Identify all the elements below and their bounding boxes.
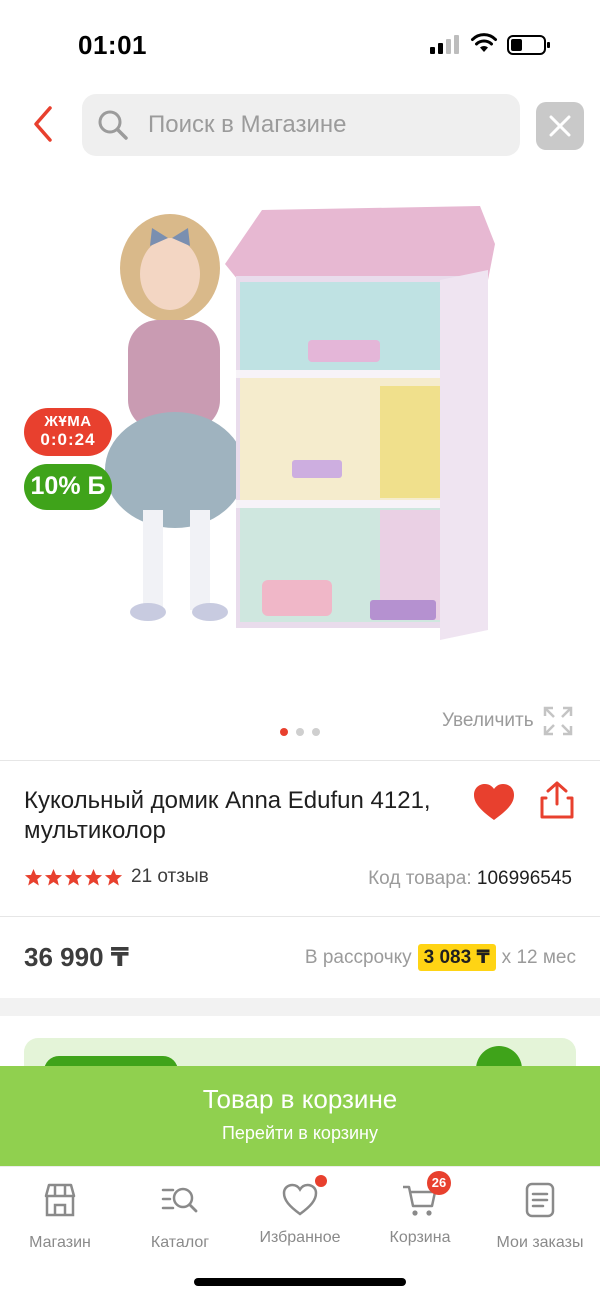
- star-icon: [24, 868, 43, 885]
- nav-label: Магазин: [29, 1234, 91, 1251]
- home-indicator: [194, 1278, 406, 1286]
- close-icon: [549, 115, 571, 137]
- nav-shop[interactable]: Магазин: [0, 1181, 120, 1252]
- cart-banner-title: Товар в корзине: [202, 1084, 398, 1114]
- star-icon: [84, 868, 103, 885]
- sku-value: 106996545: [476, 868, 572, 889]
- favorite-button[interactable]: [472, 782, 516, 822]
- share-button[interactable]: [538, 780, 576, 820]
- nav-label: Корзина: [389, 1229, 451, 1246]
- close-search-button[interactable]: [536, 102, 584, 150]
- installment-term: x 12 мес: [501, 946, 576, 968]
- gallery-dot: [296, 728, 304, 736]
- rating[interactable]: 21 отзыв: [24, 866, 209, 888]
- dollhouse: [225, 206, 495, 640]
- shop-icon: [44, 1183, 76, 1217]
- star-icon: [104, 868, 123, 885]
- installment-info[interactable]: В рассрочку 3 083 ₸ x 12 мес: [305, 944, 576, 971]
- battery-icon: [507, 35, 550, 55]
- orders-icon: [525, 1182, 555, 1218]
- heart-icon: [281, 1175, 327, 1219]
- rating-stars: [24, 868, 123, 887]
- installment-amount: 3 083 ₸: [417, 944, 496, 971]
- divider: [0, 916, 600, 917]
- gallery-pagination: [280, 728, 320, 736]
- installment-label: В рассрочку: [304, 946, 412, 968]
- share-icon: [540, 781, 574, 819]
- zoom-label: Увеличить: [442, 710, 534, 731]
- product-price: 36 990 ₸: [24, 942, 129, 972]
- back-button[interactable]: [28, 104, 60, 144]
- catalog-search-icon: [161, 1187, 198, 1213]
- nav-orders[interactable]: Мои заказы: [480, 1181, 600, 1252]
- nav-favorites[interactable]: Избранное: [240, 1175, 360, 1247]
- sku-label: Код товара:: [368, 868, 472, 889]
- nav-label: Каталог: [150, 1234, 210, 1251]
- promo-timer: 0:0:24: [40, 430, 96, 449]
- star-icon: [44, 868, 63, 885]
- gallery-dot: [312, 728, 320, 736]
- nav-catalog[interactable]: Каталог: [120, 1181, 240, 1252]
- girl-figure: [105, 214, 245, 621]
- cellular-signal-icon: [430, 34, 462, 54]
- zoom-button[interactable]: Увеличить: [442, 704, 574, 738]
- promo-timer-badge: ЖҰМА 0:0:24: [24, 408, 112, 456]
- wifi-icon: [471, 33, 497, 52]
- gallery-dot: [280, 728, 288, 736]
- status-bar: 01:01: [0, 0, 600, 88]
- nav-label: Мои заказы: [496, 1234, 584, 1251]
- cart-banner-subtitle: Перейти в корзину: [221, 1123, 379, 1143]
- search-icon: [98, 110, 128, 140]
- search-placeholder: Поиск в Магазине: [148, 111, 347, 138]
- reviews-link[interactable]: 21 отзыв: [131, 866, 209, 888]
- search-input[interactable]: Поиск в Магазине: [82, 94, 520, 156]
- bonus-badge: 10% Б: [24, 464, 112, 510]
- section-separator: [0, 998, 600, 1016]
- cart-count-badge: 26: [427, 1171, 451, 1195]
- star-icon: [64, 868, 83, 885]
- heart-icon: [474, 784, 514, 820]
- notification-dot: [315, 1175, 327, 1187]
- go-to-cart-banner[interactable]: Товар в корзине Перейти в корзину: [0, 1066, 600, 1166]
- expand-icon: [543, 706, 572, 736]
- cart-icon: 26: [401, 1171, 451, 1219]
- nav-cart[interactable]: 26 Корзина: [360, 1171, 480, 1247]
- divider: [0, 760, 600, 761]
- promo-label: ЖҰМА: [44, 413, 92, 430]
- clock: 01:01: [78, 30, 147, 60]
- nav-label: Избранное: [259, 1229, 341, 1246]
- product-sku: Код товара: 106996545: [368, 868, 572, 890]
- product-title: Кукольный домик Anna Edufun 4121, мульти…: [24, 787, 431, 844]
